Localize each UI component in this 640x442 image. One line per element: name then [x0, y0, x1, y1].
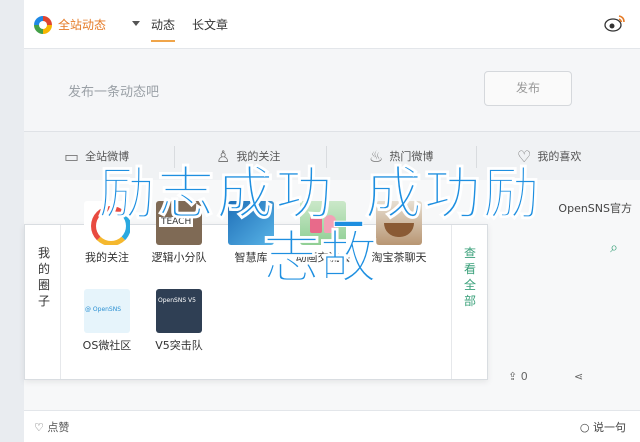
circle-v5-squad[interactable]: V5突击队 [139, 289, 219, 353]
tab-long-articles[interactable]: 长文章 [192, 16, 228, 33]
post-button[interactable]: 发布 [484, 71, 572, 106]
post-input[interactable]: 发布一条动态吧 [68, 81, 159, 100]
like-label: 点赞 [47, 421, 70, 434]
circle-os-community[interactable]: OS微社区 [67, 289, 147, 353]
like-button[interactable]: ♡ 点赞 [34, 419, 69, 435]
circle-label: V5突击队 [155, 339, 203, 352]
share-icon[interactable]: ⋖ [574, 370, 583, 383]
bottom-bar: ♡ 点赞 ○ 说一句 [24, 410, 640, 442]
share-count-value: 0 [520, 370, 528, 383]
top-nav: 全站动态 动态 长文章 [24, 0, 640, 48]
comment-label: 说一句 [593, 421, 626, 434]
char: 部 [464, 294, 477, 308]
circle-thumbnail [84, 289, 130, 333]
char: 子 [38, 294, 51, 308]
circle-thumbnail [156, 289, 202, 333]
headline-line-2: 志故 [263, 225, 378, 291]
overlay-headline: 励志成功_成功励 志故 [0, 161, 640, 291]
share-count[interactable]: ⇪ 0 [508, 370, 528, 383]
headline-line-1: 励志成功_成功励 [98, 161, 542, 227]
site-dropdown[interactable]: 全站动态 [58, 16, 106, 33]
page: 全站动态 动态 长文章 发布一条动态吧 发布 ▭ 全站微博 ♙ 我的关注 ♨ 热… [0, 0, 640, 442]
post-composer: 发布一条动态吧 发布 [24, 48, 640, 132]
tab-dynamics[interactable]: 动态 [151, 16, 176, 42]
logo-icon [34, 16, 52, 34]
circle-label: OS微社区 [82, 339, 132, 352]
weibo-icon[interactable] [604, 14, 626, 32]
comment-button[interactable]: ○ 说一句 [580, 419, 626, 435]
chevron-down-icon[interactable] [132, 21, 140, 26]
